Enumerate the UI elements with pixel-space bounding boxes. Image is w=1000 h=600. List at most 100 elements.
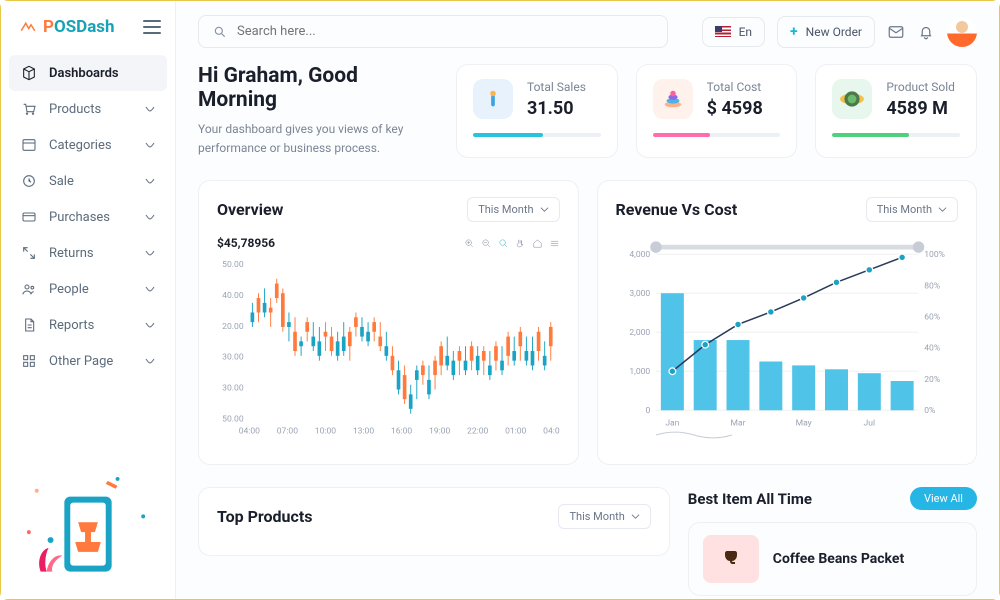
new-order-label: New Order — [806, 25, 862, 39]
svg-text:04:00: 04:00 — [239, 427, 260, 437]
svg-text:3,000: 3,000 — [629, 289, 650, 299]
chevron-down-icon — [631, 512, 640, 521]
svg-text:May: May — [795, 419, 811, 429]
svg-text:04:00: 04:00 — [543, 427, 559, 437]
svg-text:20.00: 20.00 — [222, 322, 244, 332]
nav-label: Categories — [49, 138, 112, 153]
svg-text:Jul: Jul — [863, 419, 875, 429]
zoom-in-icon[interactable] — [464, 238, 475, 249]
chevron-down-icon — [145, 212, 155, 222]
svg-text:0%: 0% — [924, 406, 935, 416]
menu-toggle-icon[interactable] — [143, 20, 161, 34]
nav-people[interactable]: People — [9, 271, 167, 307]
zoom-out-icon[interactable] — [481, 238, 492, 249]
svg-text:30.00: 30.00 — [222, 353, 244, 363]
cube-icon — [21, 65, 37, 81]
svg-text:07:00: 07:00 — [277, 427, 298, 437]
progress-bar — [832, 133, 960, 137]
nav-label: Sale — [49, 174, 74, 189]
card-icon — [21, 209, 37, 225]
language-label: En — [739, 25, 752, 39]
topbar: En + New Order — [176, 1, 999, 56]
stat-value: 4589 M — [886, 98, 955, 119]
svg-text:Mar: Mar — [730, 419, 745, 429]
nav-label: Products — [49, 102, 101, 117]
nav-purchases[interactable]: Purchases — [9, 199, 167, 235]
new-order-button[interactable]: + New Order — [777, 16, 875, 48]
language-picker[interactable]: En — [702, 17, 765, 47]
nav-returns[interactable]: Returns — [9, 235, 167, 271]
overview-amount: $45,78956 — [217, 236, 275, 250]
pan-icon[interactable] — [515, 238, 526, 249]
home-icon[interactable] — [532, 238, 543, 249]
mail-icon[interactable] — [887, 23, 905, 41]
nav: Dashboards Products Categories Sale Purc… — [1, 49, 175, 463]
bell-icon[interactable] — [917, 23, 935, 41]
window-icon — [21, 137, 37, 153]
stat-total-sales: Total Sales 31.50 — [456, 64, 618, 158]
overview-period-dropdown[interactable]: This Month — [467, 197, 559, 222]
svg-text:40%: 40% — [924, 344, 940, 354]
sales-icon — [473, 79, 513, 119]
view-all-button[interactable]: View All — [910, 487, 977, 510]
chevron-down-icon — [145, 176, 155, 186]
progress-bar — [653, 133, 781, 137]
nav-reports[interactable]: Reports — [9, 307, 167, 343]
product-image — [703, 535, 759, 583]
overview-chart: 50.0040.0020.0030.0030.0050.0004:0007:00… — [217, 254, 560, 444]
main: En + New Order Hi Graham, Good Morning Y… — [176, 1, 999, 599]
shrink-icon — [21, 245, 37, 261]
top-products-title: Top Products — [217, 507, 312, 526]
svg-text:30.00: 30.00 — [222, 384, 244, 394]
greeting-title: Hi Graham, Good Morning — [198, 64, 438, 112]
logo-icon — [19, 18, 37, 36]
nav-dashboards[interactable]: Dashboards — [9, 55, 167, 91]
svg-text:4,000: 4,000 — [629, 250, 650, 260]
chart-toolbar — [464, 238, 560, 249]
flag-us-icon — [715, 26, 731, 37]
nav-label: Dashboards — [49, 66, 119, 81]
zoom-icon[interactable] — [498, 238, 509, 249]
nav-label: People — [49, 282, 89, 297]
stat-value: $ 4598 — [707, 98, 763, 119]
user-avatar[interactable] — [947, 17, 977, 47]
cost-icon — [653, 79, 693, 119]
revenue-chart: 01,0002,0003,0004,0000%20%40%60%80%100%J… — [616, 232, 959, 442]
brand-logo[interactable]: PPOSDashOSDash — [19, 17, 115, 37]
nav-sale[interactable]: Sale — [9, 163, 167, 199]
chevron-down-icon — [938, 205, 947, 214]
nav-label: Purchases — [49, 210, 110, 225]
chevron-down-icon — [145, 320, 155, 330]
top-products-period-dropdown[interactable]: This Month — [558, 504, 650, 529]
best-item-name: Coffee Beans Packet — [773, 551, 904, 567]
stat-label: Total Sales — [527, 80, 586, 94]
search-input[interactable] — [237, 24, 653, 39]
stat-total-cost: Total Cost $ 4598 — [636, 64, 798, 158]
nav-label: Reports — [49, 318, 94, 333]
chevron-down-icon — [145, 140, 155, 150]
document-icon — [21, 317, 37, 333]
best-item-card[interactable]: Coffee Beans Packet — [688, 522, 977, 596]
top-products-card: Top Products This Month — [198, 487, 670, 556]
svg-text:01:00: 01:00 — [505, 427, 526, 437]
best-item-title: Best Item All Time — [688, 490, 812, 508]
progress-bar — [473, 133, 601, 137]
overview-card: Overview This Month $45,78956 — [198, 180, 579, 465]
nav-products[interactable]: Products — [9, 91, 167, 127]
nav-categories[interactable]: Categories — [9, 127, 167, 163]
svg-text:50.00: 50.00 — [222, 415, 244, 425]
revenue-card: Revenue Vs Cost This Month 01,0002,0003,… — [597, 180, 978, 465]
svg-text:60%: 60% — [924, 313, 940, 323]
greeting: Hi Graham, Good Morning Your dashboard g… — [198, 64, 438, 158]
svg-text:16:00: 16:00 — [391, 427, 412, 437]
stat-label: Product Sold — [886, 80, 955, 94]
svg-text:22:00: 22:00 — [467, 427, 488, 437]
search-box[interactable] — [198, 15, 668, 48]
svg-text:1,000: 1,000 — [629, 367, 650, 377]
brand-name: PPOSDashOSDash — [43, 17, 115, 37]
revenue-period-dropdown[interactable]: This Month — [866, 197, 958, 222]
svg-text:80%: 80% — [924, 282, 940, 292]
nav-other[interactable]: Other Page — [9, 343, 167, 379]
clock-icon — [21, 173, 37, 189]
menu-icon[interactable] — [549, 238, 560, 249]
